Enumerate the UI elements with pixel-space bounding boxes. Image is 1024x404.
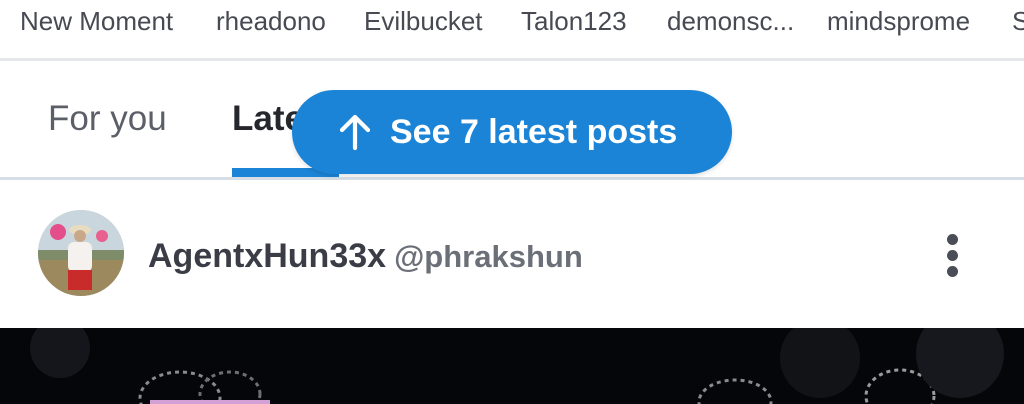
- story-item[interactable]: New Moment: [20, 6, 173, 36]
- avatar[interactable]: [38, 210, 124, 296]
- author-handle[interactable]: @phrakshun: [394, 239, 583, 274]
- story-item[interactable]: mindsprome: [827, 6, 970, 36]
- story-item[interactable]: S: [1012, 6, 1024, 36]
- see-latest-posts-button[interactable]: See 7 latest posts: [292, 90, 732, 174]
- story-item[interactable]: Evilbucket: [364, 6, 483, 36]
- stories-strip: New Moment rheadono Evilbucket Talon123 …: [0, 0, 1024, 44]
- author-display-name[interactable]: AgentxHun33x: [148, 237, 386, 275]
- tab-for-you[interactable]: For you: [48, 97, 167, 141]
- more-vertical-icon[interactable]: [940, 232, 964, 278]
- media-image: [30, 328, 1004, 404]
- story-item[interactable]: demonsc...: [667, 6, 794, 36]
- see-latest-posts-label: See 7 latest posts: [390, 112, 678, 151]
- avatar-image: [38, 210, 124, 296]
- story-item[interactable]: rheadono: [216, 6, 326, 36]
- post-header: AgentxHun33x @phrakshun: [0, 180, 1024, 328]
- arrow-up-icon: [339, 114, 371, 151]
- post-author[interactable]: AgentxHun33x @phrakshun: [148, 234, 583, 279]
- post-media[interactable]: [0, 328, 1024, 404]
- story-item[interactable]: Talon123: [521, 6, 627, 36]
